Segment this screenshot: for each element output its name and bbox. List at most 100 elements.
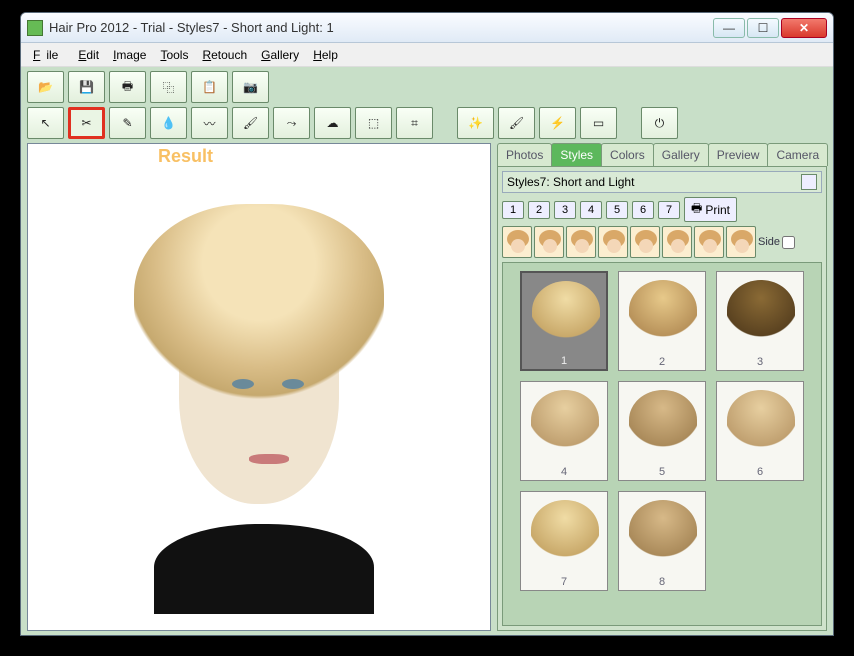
paste-button[interactable]: 📋 [191,71,228,103]
menu-retouch[interactable]: Retouch [196,46,253,64]
thumb-label: 5 [657,464,667,480]
avatar-row: Side [502,226,822,258]
thumb-label: 8 [657,574,667,590]
paste-icon: 📋 [202,80,217,94]
window-title: Hair Pro 2012 - Trial - Styles7 - Short … [49,20,713,35]
toolbar-row-2: ↖ ✂ ✎ 💧 〰 🖌 ⤳ ☁ ⬚ ⌗ ✨ 🖌 ⚡ ▭ ⏻ [27,107,827,139]
camera-icon: 📷 [243,80,258,94]
minimize-button[interactable]: — [713,18,745,38]
menu-gallery[interactable]: Gallery [255,46,305,64]
thumb-label: 1 [559,353,569,369]
cloud-icon: ☁ [327,116,339,130]
right-panel: Photos Styles Colors Gallery Preview Cam… [497,143,827,631]
thumb-label: 3 [755,354,765,370]
page-5[interactable]: 5 [606,201,628,219]
close-button[interactable]: ✕ [781,18,827,38]
style-thumb-3[interactable]: 3 [716,271,804,371]
menubar: File Edit Image Tools Retouch Gallery He… [21,43,833,67]
brush-tool[interactable]: 🖌 [232,107,269,139]
style-thumb-grid: 1 2 3 4 5 6 7 8 [502,262,822,626]
scissors-tool[interactable]: ✂ [68,107,105,139]
style-thumb-7[interactable]: 7 [520,491,608,591]
menu-image[interactable]: Image [107,46,152,64]
page-6[interactable]: 6 [632,201,654,219]
avatar-7[interactable] [694,226,724,258]
flash-tool[interactable]: ⚡ [539,107,576,139]
toolbar-row-1: 📂 💾 🖶 ⿻ 📋 📷 [27,71,827,103]
pointer-tool[interactable]: ↖ [27,107,64,139]
maximize-button[interactable]: ☐ [747,18,779,38]
printer-icon: 🖶 [691,199,702,220]
page-7[interactable]: 7 [658,201,680,219]
paint-tool[interactable]: 🖌 [498,107,535,139]
style-thumb-2[interactable]: 2 [618,271,706,371]
avatar-4[interactable] [598,226,628,258]
tab-colors[interactable]: Colors [601,143,654,166]
scissors-icon: ✂ [81,116,91,130]
marquee-tool[interactable]: ⬚ [355,107,392,139]
style-thumb-8[interactable]: 8 [618,491,706,591]
model-preview [134,204,384,564]
avatar-5[interactable] [630,226,660,258]
style-thumb-1[interactable]: 1 [520,271,608,371]
style-thumb-4[interactable]: 4 [520,381,608,481]
collapse-button[interactable] [801,174,817,190]
tab-gallery[interactable]: Gallery [653,143,709,166]
marquee-icon: ⬚ [368,116,379,130]
tab-photos[interactable]: Photos [497,143,552,166]
tab-camera[interactable]: Camera [767,143,828,166]
menu-tools[interactable]: Tools [154,46,194,64]
menu-edit[interactable]: Edit [72,46,105,64]
style-thumb-5[interactable]: 5 [618,381,706,481]
styles-section-label: Styles7: Short and Light [507,175,634,189]
side-checkbox[interactable] [782,236,795,249]
style-thumb-6[interactable]: 6 [716,381,804,481]
hairstyle-icon [629,390,697,450]
crop-tool[interactable]: ⌗ [396,107,433,139]
crop-icon: ⌗ [411,116,418,131]
tab-styles[interactable]: Styles [551,143,602,166]
power-button[interactable]: ⏻ [641,107,678,139]
hairstyle-icon [531,390,599,450]
lasso-tool[interactable]: ☁ [314,107,351,139]
smudge-icon: 〰 [203,115,215,132]
page-row: 1 2 3 4 5 6 7 🖶Print [502,197,822,222]
avatar-3[interactable] [566,226,596,258]
smudge-tool[interactable]: 〰 [191,107,228,139]
avatar-2[interactable] [534,226,564,258]
copy-button[interactable]: ⿻ [150,71,187,103]
open-button[interactable]: 📂 [27,71,64,103]
pointer-icon: ↖ [40,116,50,130]
print-button[interactable]: 🖶 [109,71,146,103]
styles-panel: Styles7: Short and Light 1 2 3 4 5 6 7 🖶… [497,166,827,631]
titlebar[interactable]: Hair Pro 2012 - Trial - Styles7 - Short … [21,13,833,43]
curl-icon: ⤳ [287,116,297,131]
hairstyle-icon [532,281,600,341]
page-3[interactable]: 3 [554,201,576,219]
menu-file[interactable]: File [27,46,70,64]
tab-strip: Photos Styles Colors Gallery Preview Cam… [497,143,827,166]
tab-preview[interactable]: Preview [708,143,769,166]
camera-button[interactable]: 📷 [232,71,269,103]
canvas[interactable]: Result [27,143,491,631]
copy-icon: ⿻ [162,79,174,96]
menu-help[interactable]: Help [307,46,344,64]
page-2[interactable]: 2 [528,201,550,219]
avatar-6[interactable] [662,226,692,258]
page-4[interactable]: 4 [580,201,602,219]
eyedropper-tool[interactable]: ✎ [109,107,146,139]
blur-tool[interactable]: 💧 [150,107,187,139]
droplet-icon: 💧 [161,116,176,130]
side-label: Side [758,236,780,248]
wand-tool[interactable]: ✨ [457,107,494,139]
page-1[interactable]: 1 [502,201,524,219]
client-area: 📂 💾 🖶 ⿻ 📋 📷 ↖ ✂ ✎ 💧 〰 🖌 ⤳ ☁ ⬚ ⌗ ✨ 🖌 ⚡ ▭ … [21,67,833,635]
print-styles-button[interactable]: 🖶Print [684,197,737,222]
avatar-8[interactable] [726,226,756,258]
save-button[interactable]: 💾 [68,71,105,103]
avatar-1[interactable] [502,226,532,258]
thumb-label: 4 [559,464,569,480]
curl-tool[interactable]: ⤳ [273,107,310,139]
tape-tool[interactable]: ▭ [580,107,617,139]
power-icon: ⏻ [655,116,665,131]
